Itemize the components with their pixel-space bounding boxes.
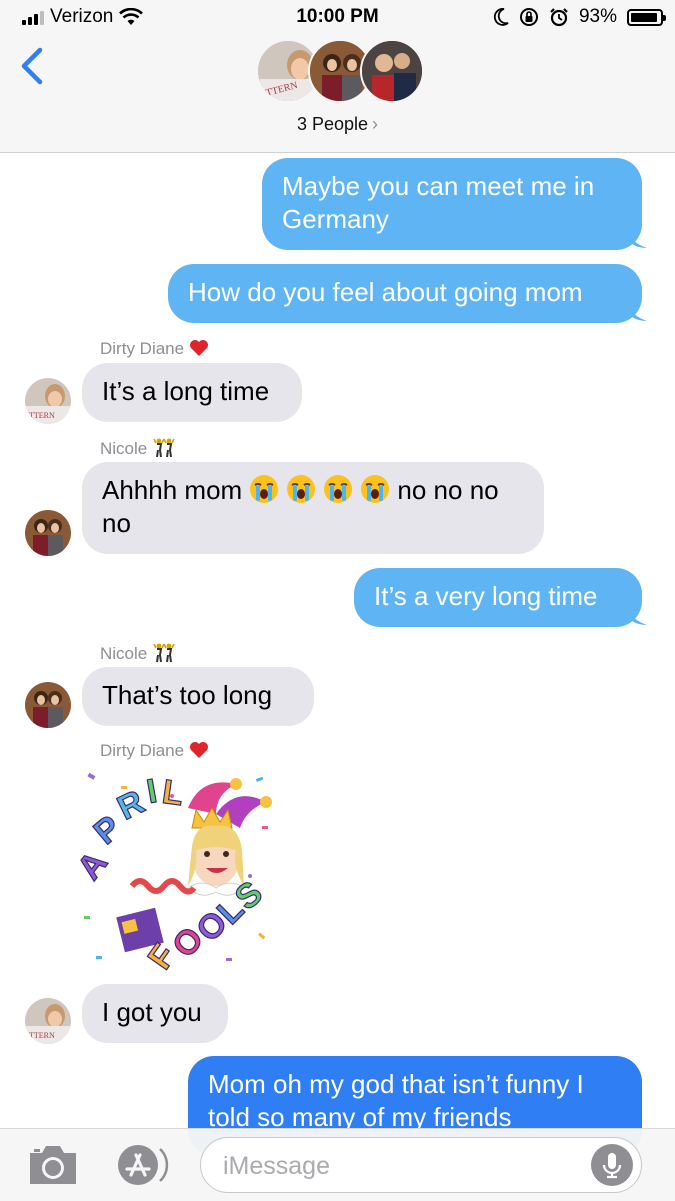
group-title-label: 3 People <box>296 114 369 134</box>
crying-emojis <box>249 475 397 505</box>
battery-percent: 93% <box>578 6 617 27</box>
battery-icon <box>627 8 666 26</box>
sender-avatar-dirty-diane[interactable]: TTERN <box>25 998 71 1044</box>
sender-name: Nicole <box>100 643 176 664</box>
sender-name: Dirty Diane <box>100 741 209 761</box>
dancers-emoji-icon <box>153 643 175 663</box>
sender-avatar-dirty-diane[interactable]: TTERN <box>25 378 71 424</box>
outgoing-message[interactable]: It’s a very long time <box>354 568 642 627</box>
moon-icon <box>493 8 509 26</box>
dancers-emoji-icon <box>153 438 175 458</box>
back-chevron-icon[interactable] <box>18 44 48 88</box>
sender-name: Nicole <box>100 438 176 459</box>
camera-icon[interactable] <box>26 1143 80 1187</box>
svg-text:R: R <box>112 783 151 828</box>
bubble-tail <box>628 303 646 321</box>
sender-name: Dirty Diane <box>100 339 209 359</box>
app-store-icon[interactable] <box>112 1141 174 1189</box>
april-fools-sticker[interactable]: A P R I L F O O L S <box>76 766 278 972</box>
loudly-crying-face-icon <box>250 475 279 503</box>
avatar-third-person <box>360 39 424 103</box>
message-input-placeholder: iMessage <box>223 1152 330 1180</box>
bubble-tail <box>628 230 646 248</box>
group-title[interactable]: 3 People › <box>0 114 675 135</box>
compose-bar: iMessage <box>0 1128 675 1201</box>
message-text: Ahhhh mom <box>102 475 250 505</box>
incoming-message[interactable]: I got you <box>82 984 228 1043</box>
svg-text:TTERN: TTERN <box>29 411 55 420</box>
rotation-lock-icon <box>519 8 538 26</box>
microphone-icon[interactable] <box>591 1144 633 1186</box>
bubble-tail <box>628 607 646 625</box>
svg-text:L: L <box>160 773 186 814</box>
incoming-message[interactable]: It’s a long time <box>82 363 302 422</box>
incoming-message[interactable]: That’s too long <box>82 667 314 726</box>
loudly-crying-face-icon <box>361 475 390 503</box>
chevron-right-icon: › <box>372 114 379 134</box>
loudly-crying-face-icon <box>287 475 316 503</box>
loudly-crying-face-icon <box>324 475 353 503</box>
group-avatars[interactable]: TTERN <box>256 39 424 105</box>
outgoing-message[interactable]: Maybe you can meet me in Germany <box>262 158 642 250</box>
svg-text:I: I <box>144 772 160 811</box>
alarm-icon <box>550 8 568 27</box>
outgoing-message[interactable]: How do you feel about going mom <box>168 264 642 323</box>
incoming-message[interactable]: Ahhhh mom no no no no <box>82 462 544 554</box>
heart-emoji-icon <box>189 742 208 758</box>
sender-avatar-nicole[interactable] <box>25 510 71 556</box>
status-bar: Verizon 10:00 PM 93% <box>0 0 675 36</box>
heart-emoji-icon <box>189 340 208 356</box>
sender-avatar-nicole[interactable] <box>25 682 71 728</box>
message-input[interactable]: iMessage <box>200 1137 642 1193</box>
svg-text:TTERN: TTERN <box>29 1031 55 1040</box>
